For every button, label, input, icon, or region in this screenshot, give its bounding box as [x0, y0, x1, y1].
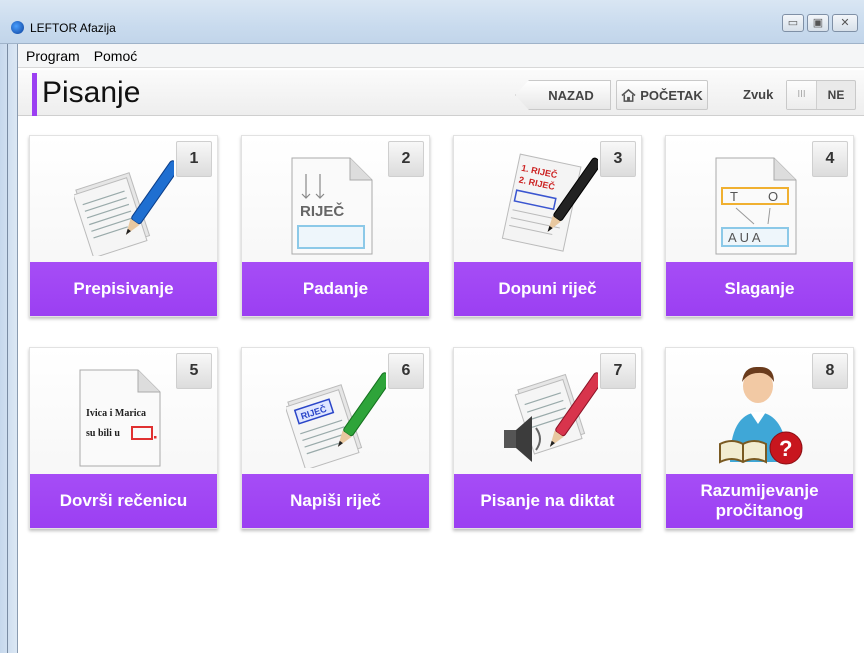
art-word: RIJEČ — [300, 202, 344, 220]
tile-number: 1 — [176, 141, 212, 177]
svg-text:?: ? — [779, 436, 792, 461]
tile-number: 3 — [600, 141, 636, 177]
sound-toggle[interactable]: III NE — [786, 80, 856, 110]
book-icon — [719, 440, 767, 464]
window-controls: ▭ ▣ ✕ — [782, 14, 858, 32]
minimize-button[interactable]: ▭ — [782, 14, 804, 32]
window-left-frame — [0, 44, 18, 653]
art-letter-t: T — [730, 189, 738, 204]
tile-number: 5 — [176, 353, 212, 389]
sentence-icon: Ivica i Marica su bili u — [79, 369, 161, 467]
papers-pen-icon — [74, 160, 174, 256]
page-header: Pisanje NAZAD POČETAK Zvuk III NE — [18, 70, 864, 116]
window-titlebar: LEFTOR Afazija ▭ ▣ ✕ — [0, 0, 864, 44]
maximize-button[interactable]: ▣ — [807, 14, 829, 32]
close-button[interactable]: ✕ — [832, 14, 858, 32]
tile-label: Slaganje — [666, 262, 853, 316]
tile-dopuni-rijec[interactable]: 3 1. RIJEČ 2. RIJEČ Dopuni riječ — [453, 135, 642, 317]
menu-help[interactable]: Pomoć — [94, 48, 138, 64]
write-word-icon: RIJEČ — [286, 372, 386, 468]
back-button[interactable]: NAZAD — [515, 80, 611, 110]
tile-number: 6 — [388, 353, 424, 389]
tile-label: Dopuni riječ — [454, 262, 641, 316]
back-button-label: NAZAD — [548, 87, 594, 103]
tile-number: 7 — [600, 353, 636, 389]
menu-program[interactable]: Program — [26, 48, 80, 64]
home-icon — [621, 88, 636, 102]
tile-label: Pisanje na diktat — [454, 474, 641, 528]
tile-razumijevanje-procitanog[interactable]: 8 ? Razumijevanje pročitanog — [665, 347, 854, 529]
sound-label: Zvuk — [743, 87, 774, 102]
reading-comprehension-icon: ? — [719, 366, 803, 465]
sound-toggle-knob[interactable]: III — [787, 81, 817, 109]
menu-bar: Program Pomoć — [18, 44, 864, 68]
art-sentence-2: su bili u — [86, 428, 120, 439]
window-title: LEFTOR Afazija — [30, 21, 116, 35]
tile-number: 8 — [812, 353, 848, 389]
tile-slaganje[interactable]: 4 T O A U A Slaganje — [665, 135, 854, 317]
page-title: Pisanje — [42, 76, 141, 109]
art-letters-aua: A U A — [728, 230, 761, 245]
tile-label: Dovrši rečenicu — [30, 474, 217, 528]
tile-label: Prepisivanje — [30, 262, 217, 316]
home-button[interactable]: POČETAK — [616, 80, 708, 110]
tile-prepisivanje[interactable]: 1 Prepisivanje — [29, 135, 218, 317]
art-sentence-1: Ivica i Marica — [86, 408, 146, 419]
tile-label: Padanje — [242, 262, 429, 316]
fill-word-icon: 1. RIJEČ 2. RIJEČ — [501, 153, 598, 252]
sound-toggle-state: NE — [827, 88, 845, 102]
tile-dovrsi-recenicu[interactable]: 5 Ivica i Marica su bili u Dovrši rečeni… — [29, 347, 218, 529]
tile-pisanje-na-diktat[interactable]: 7 Pisanje na diktat — [453, 347, 642, 529]
arrange-letters-icon: T O A U A — [715, 157, 797, 255]
tile-label: Razumijevanje pročitanog — [666, 474, 853, 528]
tile-padanje[interactable]: 2 RIJEČ Padanje — [241, 135, 430, 317]
tile-napisi-rijec[interactable]: 6 RIJEČ Napiši riječ — [241, 347, 430, 529]
tile-number: 2 — [388, 141, 424, 177]
tile-number: 4 — [812, 141, 848, 177]
app-icon — [11, 21, 24, 34]
title-accent-bar — [32, 73, 37, 116]
question-icon: ? — [769, 431, 803, 465]
art-letter-o: O — [768, 189, 778, 204]
tile-label: Napiši riječ — [242, 474, 429, 528]
falling-letters-icon: RIJEČ — [291, 157, 373, 255]
home-button-label: POČETAK — [640, 87, 703, 103]
dictation-icon — [504, 372, 598, 462]
